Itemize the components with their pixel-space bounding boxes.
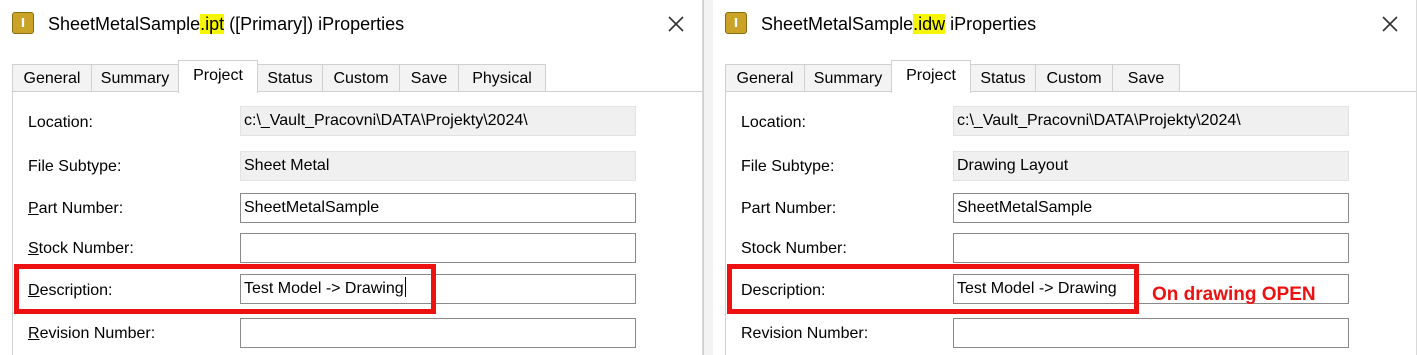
tab-summary[interactable]: Summary [804, 64, 892, 92]
tab-divider [12, 91, 702, 92]
file-extension-highlight: .idw [913, 14, 946, 34]
part-number-label: Part Number: [741, 200, 837, 217]
annotation-note: On drawing OPEN [1152, 284, 1316, 305]
close-button[interactable] [662, 10, 690, 38]
panel-border [725, 91, 726, 355]
revision-number-label: Revision Number: [741, 325, 869, 342]
stock-number-label: Stock Number: [741, 240, 847, 257]
tab-save[interactable]: Save [399, 64, 459, 92]
tab-status[interactable]: Status [257, 64, 323, 92]
tab-bar: General Summary Project Status Custom Sa… [12, 60, 702, 93]
stock-number-input[interactable] [953, 233, 1349, 263]
tab-project[interactable]: Project [178, 60, 258, 93]
file-subtype-label: File Subtype: [741, 158, 835, 175]
stock-number-label: Stock Number: [28, 240, 134, 257]
file-subtype-field: Sheet Metal [240, 151, 636, 181]
iproperties-dialog-part: I SheetMetalSample.ipt ([Primary]) iProp… [0, 0, 703, 355]
revision-number-label: Revision Number: [28, 325, 156, 342]
close-icon [1382, 16, 1398, 32]
tab-status[interactable]: Status [970, 64, 1036, 92]
window-separator [703, 0, 713, 355]
location-field: c:\_Vault_Pracovni\DATA\Projekty\2024\ [240, 106, 636, 136]
file-extension-highlight: .ipt [200, 14, 225, 34]
tab-bar: General Summary Project Status Custom Sa… [725, 60, 1416, 93]
location-label: Location: [28, 114, 93, 131]
close-icon [668, 16, 684, 32]
dialog-title: SheetMetalSample.ipt ([Primary]) iProper… [48, 14, 405, 34]
dialog-title: SheetMetalSample.idw iProperties [761, 14, 1037, 34]
part-number-input[interactable]: SheetMetalSample [240, 193, 636, 223]
inventor-file-icon: I [725, 12, 747, 34]
stock-number-input[interactable] [240, 233, 636, 263]
tab-project[interactable]: Project [891, 60, 971, 93]
location-label: Location: [741, 114, 806, 131]
location-field: c:\_Vault_Pracovni\DATA\Projekty\2024\ [953, 106, 1349, 136]
inventor-file-icon: I [12, 12, 34, 34]
tab-custom[interactable]: Custom [322, 64, 400, 92]
tab-general[interactable]: General [725, 64, 805, 92]
revision-number-input[interactable] [240, 318, 636, 348]
tab-summary[interactable]: Summary [91, 64, 179, 92]
part-number-input[interactable]: SheetMetalSample [953, 193, 1349, 223]
panel-border [12, 91, 13, 355]
highlight-box [727, 264, 1139, 314]
file-subtype-label: File Subtype: [28, 158, 122, 175]
tab-save[interactable]: Save [1112, 64, 1180, 92]
tab-general[interactable]: General [12, 64, 92, 92]
tab-custom[interactable]: Custom [1035, 64, 1113, 92]
close-button[interactable] [1376, 10, 1404, 38]
part-number-label: Part Number: [28, 200, 124, 217]
tab-physical[interactable]: Physical [458, 64, 546, 92]
highlight-box [14, 264, 436, 314]
revision-number-input[interactable] [953, 318, 1349, 348]
tab-divider [725, 91, 1416, 92]
file-subtype-field: Drawing Layout [953, 151, 1349, 181]
